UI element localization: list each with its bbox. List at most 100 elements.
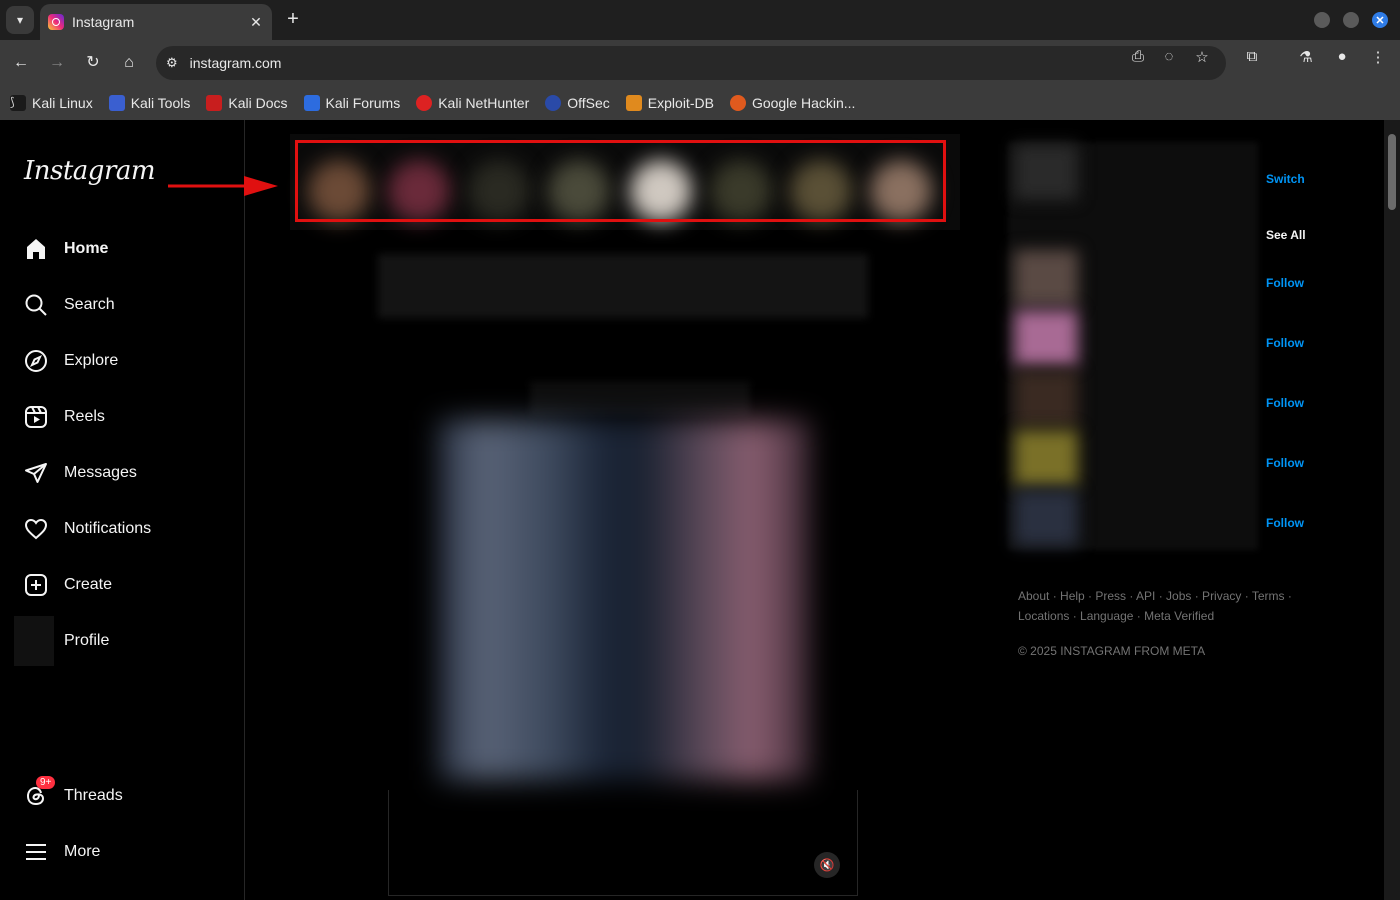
forward-arrow-icon[interactable]: → [46,52,68,74]
maximize-button[interactable] [1343,12,1359,28]
kali-forums-icon [303,95,320,111]
offsec-icon [545,95,562,111]
sidebar-item-more[interactable]: More [12,828,232,876]
red-highlight-box [295,140,946,222]
follow-button[interactable]: Follow [1266,396,1304,410]
labs-flask-icon[interactable]: ⚗ [1296,48,1316,68]
post-caption-bar [530,382,750,416]
nav-label: Threads [64,787,123,804]
address-bar[interactable]: ⚙ instagram.com [156,46,1226,80]
tab-search-button[interactable]: ▾ [6,6,34,34]
red-arrow-annotation [168,176,278,196]
post-header [378,254,868,318]
follow-button[interactable]: Follow [1266,336,1304,350]
suggestion-avatar[interactable] [1014,490,1078,546]
hamburger-menu-icon [24,840,48,864]
heart-icon [24,517,48,541]
nav-label: Reels [64,408,105,425]
see-all-link[interactable]: See All [1266,228,1306,242]
browser-tabstrip: ▾ Instagram ✕ + ✕ [0,0,1400,40]
reels-icon [24,405,48,429]
sidebar-item-reels[interactable]: Reels [12,393,232,441]
kali-dragon-icon: ⟆ [10,95,26,111]
sidebar: Instagram Home Search Explore Reels Mess… [0,120,278,900]
home-browser-icon[interactable]: ⌂ [118,52,140,74]
threads-icon: 9+ [24,776,56,808]
bookmark-exploit-db[interactable]: Exploit-DB [625,95,714,111]
bookmark-kali-docs[interactable]: Kali Docs [206,95,288,111]
tab-close-icon[interactable]: ✕ [248,14,264,31]
minimize-button[interactable] [1314,12,1330,28]
back-arrow-icon[interactable]: ← [10,52,32,74]
post-media[interactable] [438,420,810,780]
bookmark-star-icon[interactable]: ☆ [1192,48,1212,68]
compass-icon [24,349,48,373]
google-hacking-icon [729,95,746,111]
url-text: instagram.com [189,55,282,71]
browser-toolbar: ← → ↻ ⌂ ⚙ instagram.com ⎙ ◌ ☆ ⧉ ⚗ ● ⋮ [0,40,1400,86]
send-icon [24,461,48,485]
nav-label: Messages [64,464,137,481]
kali-docs-icon [206,95,223,111]
nav-label: Profile [64,632,110,649]
follow-button[interactable]: Follow [1266,456,1304,470]
bookmark-kali-tools[interactable]: Kali Tools [108,95,190,111]
scrollbar-thumb[interactable] [1388,134,1396,210]
sidebar-item-create[interactable]: Create [12,561,232,609]
nav-label: Notifications [64,520,152,537]
nethunter-icon [416,95,433,111]
bookmarks-bar: ⟆ Kali Linux Kali Tools Kali Docs Kali Fo… [0,86,1400,120]
bookmark-kali-linux[interactable]: ⟆ Kali Linux [10,95,93,111]
exploit-db-icon [625,95,642,111]
copyright-text: © 2025 INSTAGRAM FROM META [1018,644,1206,658]
extensions-icon[interactable]: ⧉ [1242,48,1262,68]
bookmark-kali-nethunter[interactable]: Kali NetHunter [416,95,529,111]
sidebar-item-threads[interactable]: 9+ Threads [12,772,232,820]
suggestion-avatar[interactable] [1014,310,1078,366]
kali-tools-icon [108,95,125,111]
eye-slash-icon[interactable]: ◌ [1159,48,1179,68]
plus-square-icon [24,573,48,597]
sidebar-item-home[interactable]: Home [12,225,232,273]
current-user-avatar[interactable] [1014,144,1078,200]
nav-label: Home [64,240,109,257]
switch-account-link[interactable]: Switch [1266,172,1305,186]
profile-icon[interactable]: ● [1332,48,1352,68]
site-info-icon[interactable]: ⚙ [166,55,178,71]
instagram-logo[interactable]: Instagram [24,156,156,186]
install-app-icon[interactable]: ⎙ [1128,48,1148,68]
nav-label: Explore [64,352,119,369]
browser-tab-instagram[interactable]: Instagram ✕ [40,4,272,40]
sidebar-item-notifications[interactable]: Notifications [12,505,232,553]
threads-badge: 9+ [36,776,56,789]
nav-label: More [64,843,101,860]
sidebar-item-search[interactable]: Search [12,281,232,329]
page-scrollbar[interactable] [1384,120,1400,900]
new-tab-button[interactable]: + [282,8,304,30]
tab-title: Instagram [72,14,135,30]
mute-icon[interactable]: 🔇 [814,852,840,878]
suggestion-avatar[interactable] [1014,370,1078,426]
bookmark-offsec[interactable]: OffSec [545,95,610,111]
reload-icon[interactable]: ↻ [82,52,104,74]
menu-kebab-icon[interactable]: ⋮ [1368,48,1388,68]
avatar [14,616,54,666]
close-window-button[interactable]: ✕ [1372,12,1388,28]
follow-button[interactable]: Follow [1266,516,1304,530]
instagram-favicon-icon [48,14,64,30]
instagram-page: Instagram Home Search Explore Reels Mess… [0,120,1400,900]
nav-label: Create [64,576,113,593]
suggestion-avatar[interactable] [1014,430,1078,486]
sidebar-item-explore[interactable]: Explore [12,337,232,385]
sidebar-item-messages[interactable]: Messages [12,449,232,497]
bookmark-google-hacking[interactable]: Google Hackin... [729,95,855,111]
home-icon [24,237,48,261]
footer-links[interactable]: About · Help · Press · API · Jobs · Priv… [1018,586,1318,626]
nav-label: Search [64,296,115,313]
follow-button[interactable]: Follow [1266,276,1304,290]
post-frame [388,790,858,896]
suggestion-avatar[interactable] [1014,250,1078,306]
search-icon [24,293,48,317]
bookmark-kali-forums[interactable]: Kali Forums [303,95,400,111]
sidebar-item-profile[interactable]: Profile [12,616,232,666]
